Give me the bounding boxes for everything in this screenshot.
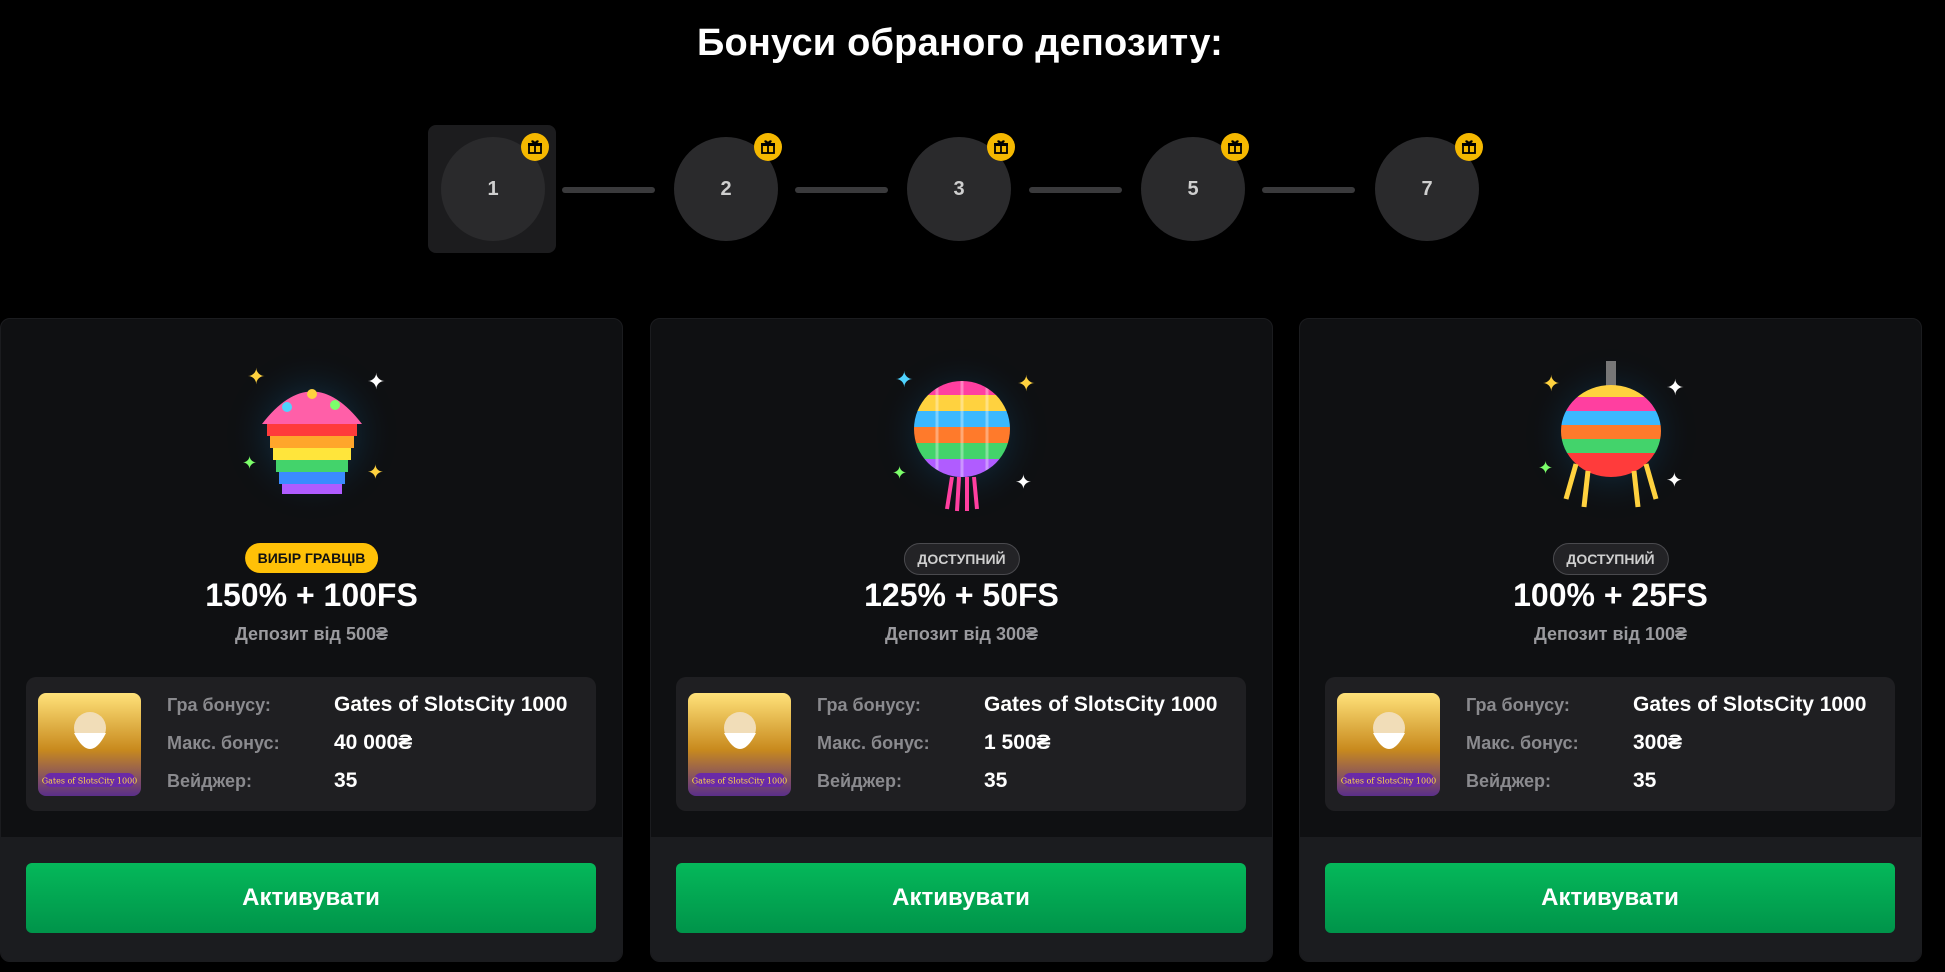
svg-text:✦: ✦ — [367, 462, 384, 484]
activate-button[interactable]: Активувати — [26, 863, 596, 933]
max-bonus-row: Макс. бонус: 1 500₴ — [817, 731, 1051, 755]
cupcake-icon: ✦ ✦ ✦ ✦ — [221, 344, 402, 524]
game-thumb-title: Gates of SlotsCity 1000 — [1341, 777, 1437, 786]
bonus-art: ✦ ✦ ✦ ✦ — [1300, 339, 1921, 539]
max-bonus-value: 1 500₴ — [984, 731, 1051, 754]
svg-text:✦: ✦ — [242, 453, 257, 473]
wager-value: 35 — [334, 769, 358, 792]
step-7[interactable]: 7 — [1375, 133, 1483, 241]
game-label: Гра бонусу: — [817, 695, 921, 715]
max-bonus-label: Макс. бонус: — [167, 733, 280, 753]
page-title: Бонуси обраного депозиту: — [696, 22, 1223, 64]
max-bonus-label: Макс. бонус: — [817, 733, 930, 753]
wager-row: Вейджер: 35 — [817, 769, 1007, 793]
game-thumbnail[interactable]: Gates of SlotsCity 1000 — [688, 693, 791, 796]
max-bonus-row: Макс. бонус: 40 000₴ — [167, 731, 412, 755]
svg-text:✦: ✦ — [367, 369, 385, 394]
game-value[interactable]: Gates of SlotsCity 1000 — [1633, 693, 1866, 716]
bonus-info-panel: Gates of SlotsCity 1000 Гра бонусу: Gates… — [1325, 677, 1895, 811]
game-thumbnail[interactable]: Gates of SlotsCity 1000 — [1337, 693, 1440, 796]
step-label: 5 — [1187, 177, 1199, 200]
step-label: 2 — [720, 177, 732, 200]
wager-label: Вейджер: — [817, 771, 903, 791]
bonus-info-panel: Gates of SlotsCity 1000 Гра бонусу: Gates… — [26, 677, 596, 811]
pinata-drum-icon: ✦ ✦ ✦ ✦ — [1520, 344, 1701, 524]
game-label: Гра бонусу: — [167, 695, 271, 715]
step-label: 7 — [1421, 177, 1433, 200]
step-connector — [795, 187, 888, 193]
bonus-offer: 125% + 50FS — [864, 577, 1059, 613]
bonus-offer: 100% + 25FS — [1513, 577, 1708, 613]
game-label: Гра бонусу: — [1466, 695, 1570, 715]
max-bonus-label: Макс. бонус: — [1466, 733, 1579, 753]
svg-text:✦: ✦ — [1542, 371, 1560, 396]
svg-text:✦: ✦ — [1017, 371, 1035, 396]
status-badge: ВИБІР ГРАВЦІВ — [244, 543, 379, 573]
wager-value: 35 — [1633, 769, 1657, 792]
game-thumb-title: Gates of SlotsCity 1000 — [692, 777, 788, 786]
step-2[interactable]: 2 — [674, 133, 782, 241]
step-1[interactable]: 1 — [441, 133, 549, 241]
wager-label: Вейджер: — [1466, 771, 1552, 791]
game-value[interactable]: Gates of SlotsCity 1000 — [984, 693, 1217, 716]
max-bonus-row: Макс. бонус: 300₴ — [1466, 731, 1682, 755]
wager-value: 35 — [984, 769, 1008, 792]
gift-icon — [754, 133, 782, 161]
status-badge: ДОСТУПНИЙ — [1552, 543, 1669, 575]
max-bonus-value: 40 000₴ — [334, 731, 413, 754]
bonus-offer: 150% + 100FS — [205, 577, 418, 613]
step-label: 3 — [953, 177, 965, 200]
bonus-art: ✦ ✦ ✦ ✦ — [651, 339, 1272, 539]
game-row: Гра бонусу: Gates of SlotsCity 1000 — [167, 693, 567, 717]
step-connector — [1262, 187, 1355, 193]
wager-row: Вейджер: 35 — [167, 769, 357, 793]
step-3[interactable]: 3 — [907, 133, 1015, 241]
activate-button[interactable]: Активувати — [676, 863, 1246, 933]
wager-row: Вейджер: 35 — [1466, 769, 1656, 793]
deposit-requirement: Депозит від 500₴ — [234, 624, 389, 644]
game-row: Гра бонусу: Gates of SlotsCity 1000 — [817, 693, 1217, 717]
card-footer: Активувати — [1, 837, 622, 961]
max-bonus-value: 300₴ — [1633, 731, 1683, 754]
card-footer: Активувати — [1300, 837, 1921, 961]
svg-text:✦: ✦ — [895, 367, 913, 392]
step-connector — [1029, 187, 1122, 193]
bonus-card: ✦ ✦ ✦ ✦ ВИБІР ГРАВЦІВ 150% + 100FS Депозит… — [0, 318, 623, 962]
gift-icon — [987, 133, 1015, 161]
deposit-requirement: Депозит від 100₴ — [1533, 624, 1688, 644]
svg-text:✦: ✦ — [1666, 375, 1684, 400]
game-thumb-title: Gates of SlotsCity 1000 — [42, 777, 138, 786]
step-connector — [562, 187, 655, 193]
gift-icon — [521, 133, 549, 161]
pinata-ball-icon: ✦ ✦ ✦ ✦ — [871, 344, 1052, 524]
deposit-requirement: Депозит від 300₴ — [884, 624, 1039, 644]
activate-button[interactable]: Активувати — [1325, 863, 1895, 933]
card-footer: Активувати — [651, 837, 1272, 961]
svg-text:✦: ✦ — [247, 364, 265, 389]
game-row: Гра бонусу: Gates of SlotsCity 1000 — [1466, 693, 1866, 717]
status-badge: ДОСТУПНИЙ — [903, 543, 1020, 575]
svg-text:✦: ✦ — [1538, 458, 1553, 478]
step-5[interactable]: 5 — [1141, 133, 1249, 241]
game-thumbnail[interactable]: Gates of SlotsCity 1000 — [38, 693, 141, 796]
bonus-card: ✦ ✦ ✦ ✦ ДОСТУПНИЙ 100% + 25FS Депозит від … — [1299, 318, 1922, 962]
bonus-card: ✦ ✦ ✦ ✦ ДОСТУПНИЙ 125% + 50FS Депозит від … — [650, 318, 1273, 962]
gift-icon — [1221, 133, 1249, 161]
deposit-stepper: 1 2 3 5 7 — [0, 125, 1945, 255]
game-value[interactable]: Gates of SlotsCity 1000 — [334, 693, 567, 716]
svg-text:✦: ✦ — [1666, 470, 1683, 492]
bonus-info-panel: Gates of SlotsCity 1000 Гра бонусу: Gates… — [676, 677, 1246, 811]
svg-text:✦: ✦ — [1015, 472, 1032, 494]
step-label: 1 — [487, 177, 499, 200]
bonus-art: ✦ ✦ ✦ ✦ — [1, 339, 622, 539]
gift-icon — [1455, 133, 1483, 161]
wager-label: Вейджер: — [167, 771, 253, 791]
svg-text:✦: ✦ — [892, 463, 907, 483]
